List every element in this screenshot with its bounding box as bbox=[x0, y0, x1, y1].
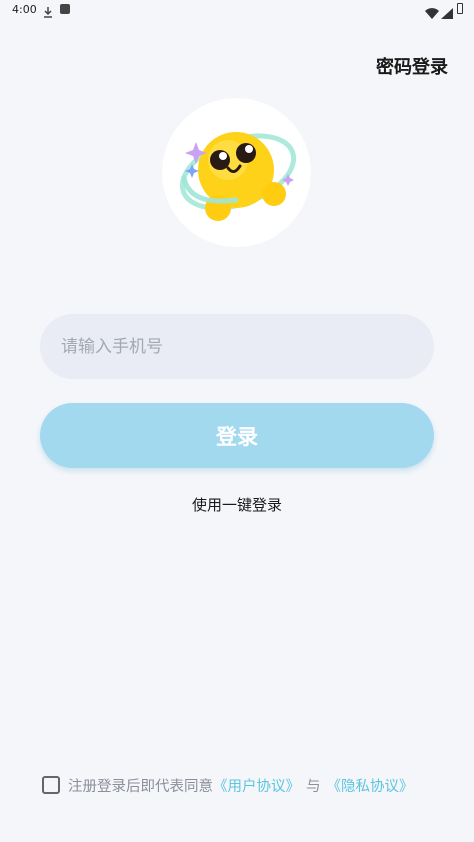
emoji-mascot-icon bbox=[179, 132, 297, 221]
status-time: 4:00 bbox=[12, 3, 37, 16]
login-button[interactable]: 登录 bbox=[40, 403, 434, 468]
one-click-login-link[interactable]: 使用一键登录 bbox=[0, 494, 474, 515]
user-agreement-link[interactable]: 《用户协议》 bbox=[213, 775, 300, 796]
agreement-checkbox[interactable] bbox=[42, 776, 60, 794]
download-icon bbox=[42, 3, 54, 22]
mascot-avatar bbox=[162, 98, 311, 247]
privacy-policy-link[interactable]: 《隐私协议》 bbox=[327, 775, 414, 796]
signal-icon bbox=[441, 4, 453, 23]
battery-icon bbox=[457, 3, 463, 14]
a-icon bbox=[60, 4, 70, 14]
agreement-prefix: 注册登录后即代表同意 bbox=[68, 778, 213, 795]
agreement-row: 注册登录后即代表同意 《用户协议》 与 《隐私协议》 bbox=[42, 775, 414, 795]
phone-input[interactable] bbox=[40, 314, 434, 379]
password-login-link[interactable]: 密码登录 bbox=[376, 53, 448, 79]
agreement-connector: 与 bbox=[306, 778, 321, 795]
login-screen: 4:00 密码登录 请输入手机号 登录 使用一键登录 注册登录后即代表同意 《用… bbox=[0, 0, 474, 842]
wifi-icon bbox=[425, 4, 439, 23]
status-bar: 4:00 bbox=[0, 0, 474, 22]
